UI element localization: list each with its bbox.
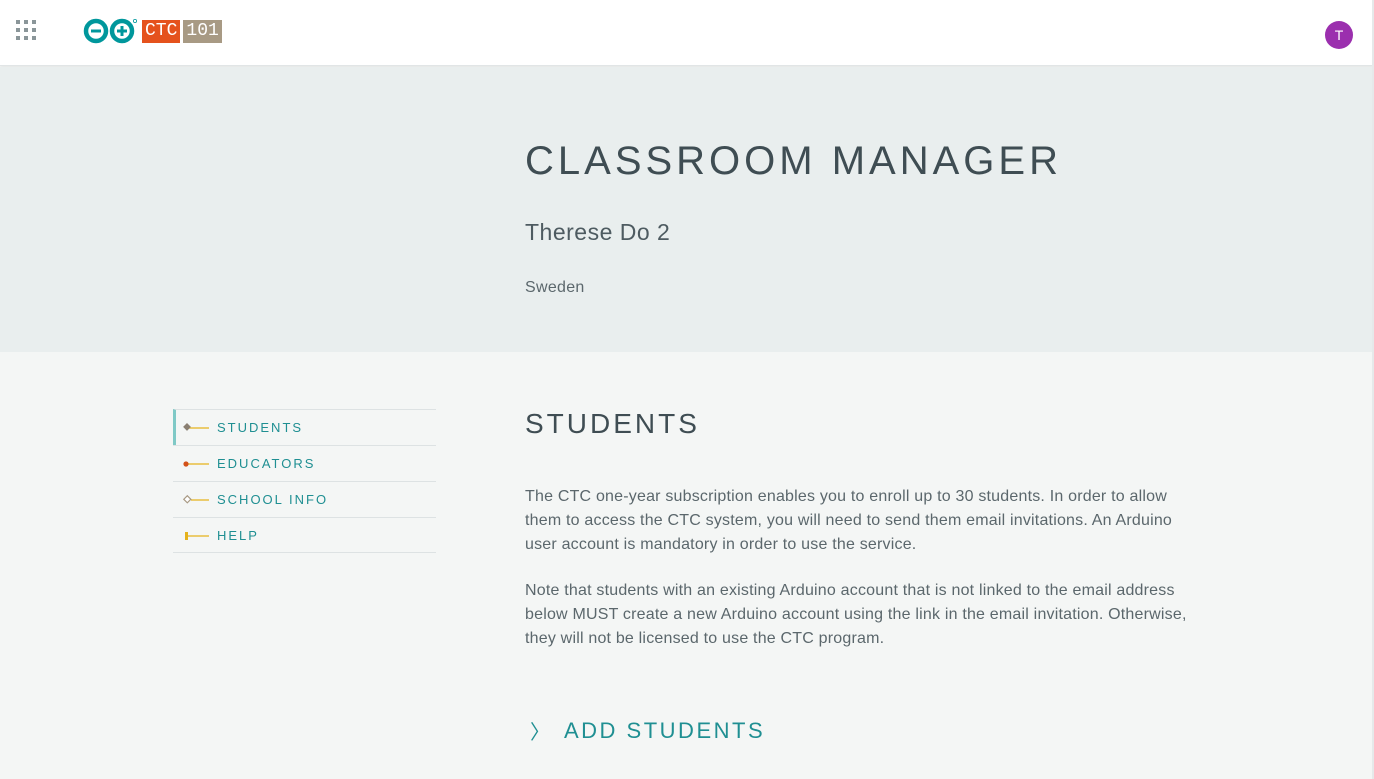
diamond-marker-icon (183, 423, 209, 431)
page-title: CLASSROOM MANAGER (525, 139, 1062, 183)
ctc-badge: CTC (142, 19, 181, 43)
user-avatar[interactable]: T (1325, 21, 1353, 49)
101-badge: 101 (183, 19, 222, 43)
nav-item-label: SCHOOL INFO (217, 492, 329, 507)
chevron-right-icon: 〉 (530, 722, 550, 744)
classroom-name: Therese Do 2 (525, 219, 671, 245)
students-note-paragraph: Note that students with an existing Ardu… (525, 582, 1187, 647)
arduino-logo-icon (83, 18, 138, 44)
nav-item-school-info[interactable]: SCHOOL INFO (173, 481, 436, 517)
nav-item-help[interactable]: HELP (173, 517, 436, 553)
section-title: STUDENTS (525, 408, 700, 439)
diamond-outline-marker-icon (183, 494, 209, 504)
nav-item-educators[interactable]: EDUCATORS (173, 445, 436, 481)
classroom-hero: CLASSROOM MANAGER Therese Do 2 Sweden (0, 67, 1374, 352)
add-students-label: ADD STUDENTS (564, 717, 766, 743)
dot-marker-icon (183, 461, 209, 467)
ctc-101-logo[interactable]: CTC 101 (82, 18, 222, 44)
students-intro-paragraph: The CTC one-year subscription enables yo… (525, 488, 1173, 553)
top-bar: CTC 101 T (0, 0, 1374, 66)
nav-item-label: EDUCATORS (217, 456, 316, 471)
nav-item-label: STUDENTS (217, 420, 304, 435)
nav-item-label: HELP (217, 527, 259, 543)
add-students-toggle[interactable]: 〉 ADD STUDENTS (530, 716, 765, 745)
nav-item-students[interactable]: STUDENTS (173, 409, 436, 445)
bar-marker-icon (185, 532, 209, 540)
classroom-country: Sweden (525, 279, 585, 296)
section-nav: STUDENTS EDUCATORS SCHOOL INFO HELP (173, 409, 436, 553)
apps-grid-icon[interactable] (16, 20, 36, 40)
